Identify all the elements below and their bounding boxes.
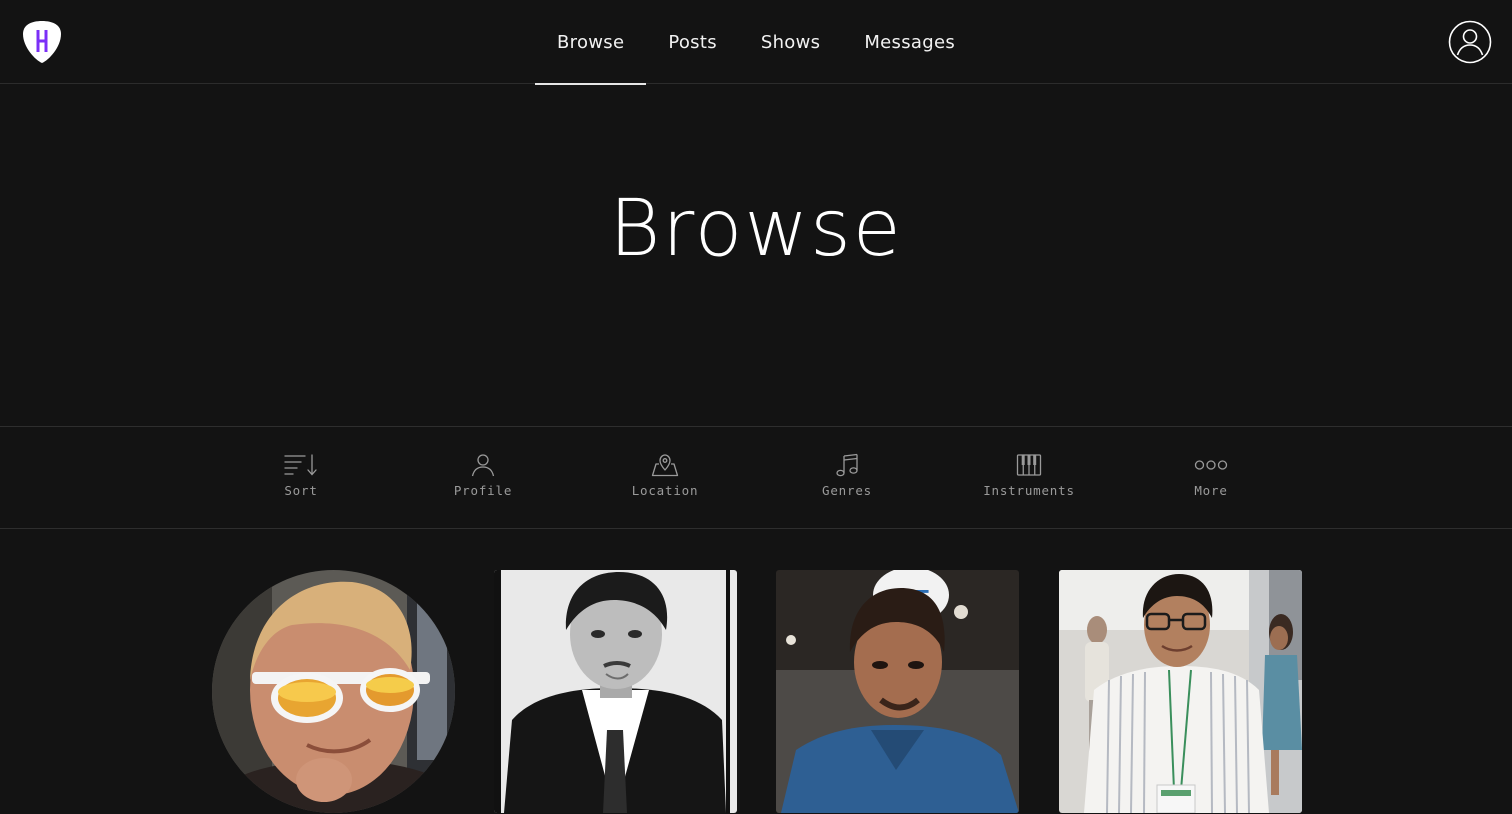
filter-instruments-label: Instruments xyxy=(983,483,1075,498)
profile-card-4[interactable] xyxy=(1059,570,1302,813)
page-title: Browse xyxy=(609,184,903,275)
map-pin-icon xyxy=(651,454,679,477)
profile-grid: RE xyxy=(0,529,1512,814)
profile-card-2[interactable] xyxy=(494,570,737,813)
filter-profile[interactable]: Profile xyxy=(413,453,553,507)
top-navigation-bar: Browse Posts Shows Messages xyxy=(0,0,1512,85)
filter-genres[interactable]: Genres xyxy=(777,453,917,507)
filter-bar: Sort Profile Location Genres Instruments… xyxy=(0,426,1512,529)
nav-browse[interactable]: Browse xyxy=(534,0,647,85)
sort-icon xyxy=(284,454,317,476)
nav-browse-label: Browse xyxy=(556,31,625,53)
music-note-icon xyxy=(836,453,858,477)
filter-more[interactable]: More xyxy=(1141,453,1281,507)
filter-sort[interactable]: Sort xyxy=(231,453,371,507)
profile-card-1[interactable] xyxy=(212,570,455,813)
profile-card-3[interactable]: RE xyxy=(776,570,1019,813)
profile-photo-1 xyxy=(212,570,455,813)
nav-posts[interactable]: Posts xyxy=(646,0,739,84)
piano-keys-icon xyxy=(1016,454,1042,476)
filter-more-label: More xyxy=(1194,483,1228,498)
filter-profile-label: Profile xyxy=(453,483,513,498)
profile-photo-2 xyxy=(494,570,737,813)
nav-shows[interactable]: Shows xyxy=(739,0,842,84)
filter-instruments[interactable]: Instruments xyxy=(959,453,1099,507)
nav-messages-label: Messages xyxy=(864,31,955,53)
nav-shows-label: Shows xyxy=(760,31,821,53)
hero-section: Browse xyxy=(0,85,1512,426)
main-nav: Browse Posts Shows Messages xyxy=(0,0,1512,85)
filter-genres-label: Genres xyxy=(822,483,872,498)
person-icon xyxy=(471,454,495,477)
filter-location-label: Location xyxy=(631,483,699,498)
nav-posts-label: Posts xyxy=(668,31,717,53)
profile-photo-4 xyxy=(1059,570,1302,813)
nav-messages[interactable]: Messages xyxy=(842,0,977,84)
user-circle-icon[interactable] xyxy=(1448,20,1492,64)
filter-sort-label: Sort xyxy=(284,483,318,498)
profile-photo-3: RE xyxy=(776,570,1019,813)
filter-location[interactable]: Location xyxy=(595,453,735,507)
more-dots-icon xyxy=(1194,460,1228,470)
